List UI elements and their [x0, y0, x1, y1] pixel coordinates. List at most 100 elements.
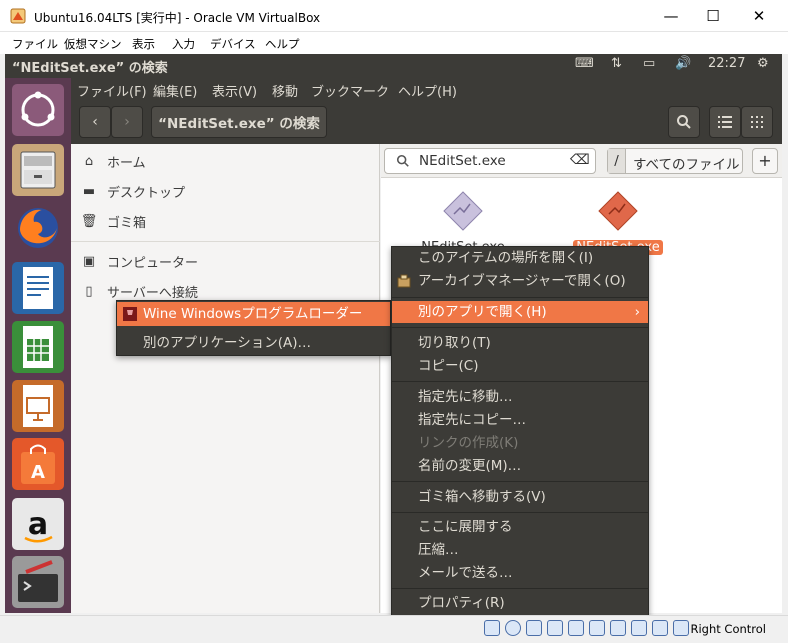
menu-label-properties: プロパティ(R): [418, 595, 505, 611]
menu-edit[interactable]: 編集(E): [153, 81, 197, 100]
grid-view-button[interactable]: [741, 106, 773, 138]
sidebar-label-desktop: デスクトップ: [107, 186, 186, 201]
menu-label-move-to-trash: ゴミ箱へ移動する(V): [418, 489, 546, 505]
menu-item-move-to[interactable]: 指定先に移動…: [392, 386, 648, 408]
sidebar-item-connect-server[interactable]: ▯ サーバーへ接続: [81, 282, 197, 301]
audio-icon[interactable]: [526, 620, 542, 636]
host-menu-machine[interactable]: 仮想マシン: [64, 36, 122, 52]
minimize-button[interactable]: —: [648, 0, 694, 32]
settings-icon[interactable]: ⚙: [757, 56, 769, 71]
display-icon[interactable]: [610, 620, 626, 636]
video-capture-icon[interactable]: [631, 620, 647, 636]
menu-item-rename[interactable]: 名前の変更(M)…: [392, 455, 648, 477]
host-menu-devices[interactable]: デバイス: [210, 36, 256, 52]
clear-search-icon[interactable]: ⌫: [570, 152, 590, 168]
network-adapter-icon[interactable]: [547, 620, 563, 636]
usb-icon[interactable]: [568, 620, 584, 636]
ubuntu-logo-icon: [21, 91, 55, 127]
sidebar-label-home: ホーム: [107, 156, 146, 171]
wine-icon: [123, 307, 137, 321]
host-menu-help[interactable]: ヘルプ: [265, 36, 300, 52]
menu-view[interactable]: 表示(V): [212, 81, 257, 100]
archive-manager-icon: [397, 274, 411, 288]
forward-button[interactable]: ›: [111, 106, 143, 138]
server-icon: ▯: [85, 284, 93, 299]
host-menu-bar: ファイル 仮想マシン 表示 入力 デバイス ヘルプ: [0, 32, 788, 54]
host-menu-view[interactable]: 表示: [132, 36, 155, 52]
trash-icon: 🗑: [80, 214, 98, 229]
back-button[interactable]: ‹: [79, 106, 111, 138]
menu-item-open-archive-manager[interactable]: アーカイブマネージャーで開く(O): [392, 270, 648, 292]
keyboard-capture-icon[interactable]: [673, 620, 689, 636]
menu-separator: [392, 481, 648, 482]
menu-label-rename: 名前の変更(M)…: [418, 458, 522, 474]
search-scope-button[interactable]: / すべてのファイル: [607, 148, 743, 174]
software-center-launcher-button[interactable]: A: [12, 438, 64, 490]
impress-launcher-button[interactable]: [12, 380, 64, 432]
sidebar-item-desktop[interactable]: ▬ デスクトップ: [81, 182, 185, 201]
menu-item-make-link: リンクの作成(K): [392, 432, 648, 454]
menu-item-copy[interactable]: コピー(C): [392, 355, 648, 377]
menu-item-open-with[interactable]: 別のアプリで開く(H) ›: [392, 301, 648, 323]
sidebar-label-computer: コンピューター: [107, 256, 199, 271]
keyboard-icon[interactable]: ⌨: [575, 56, 594, 71]
impress-presentation-icon: [23, 385, 53, 427]
nautilus-menu-bar: ファイル(F) 編集(E) 表示(V) 移動 ブックマーク ヘルプ(H): [71, 78, 782, 100]
menu-label-make-link: リンクの作成(K): [418, 435, 519, 451]
list-view-button[interactable]: [709, 106, 741, 138]
menu-file[interactable]: ファイル(F): [77, 81, 147, 100]
vbox-status-bar: Right Control: [0, 615, 788, 643]
add-search-criteria-button[interactable]: +: [752, 148, 778, 174]
dash-button[interactable]: [12, 84, 64, 136]
menu-label-open-archive-manager: アーカイブマネージャーで開く(O): [418, 273, 626, 289]
battery-icon[interactable]: ▭: [643, 56, 655, 71]
menu-item-move-to-trash[interactable]: ゴミ箱へ移動する(V): [392, 486, 648, 508]
search-input[interactable]: NEditSet.exe ⌫: [384, 148, 596, 174]
sidebar-item-home[interactable]: ⌂ ホーム: [81, 152, 146, 171]
host-menu-input[interactable]: 入力: [172, 36, 195, 52]
menu-item-compress[interactable]: 圧縮…: [392, 539, 648, 561]
menu-bookmarks[interactable]: ブックマーク: [311, 81, 389, 100]
menu-item-copy-to[interactable]: 指定先にコピー…: [392, 409, 648, 431]
submenu-arrow-icon: ›: [634, 304, 640, 320]
search-toggle-button[interactable]: [668, 106, 700, 138]
shared-folders-icon[interactable]: [589, 620, 605, 636]
amazon-launcher-button[interactable]: a: [12, 498, 64, 550]
menu-label-open-with: 別のアプリで開く(H): [418, 304, 547, 320]
scope-slash: /: [608, 149, 626, 173]
menu-item-send-mail[interactable]: メールで送る…: [392, 562, 648, 584]
sidebar-item-computer[interactable]: ▣ コンピューター: [81, 252, 198, 271]
menu-item-open-location[interactable]: このアイテムの場所を開く(I): [392, 247, 648, 269]
panel-clock[interactable]: 22:27: [708, 56, 745, 71]
network-icon[interactable]: ⇅: [611, 56, 622, 71]
hard-disk-icon[interactable]: [484, 620, 500, 636]
system-settings-launcher-button[interactable]: [12, 556, 64, 608]
sidebar-item-trash[interactable]: 🗑 ゴミ箱: [81, 212, 146, 231]
volume-icon[interactable]: 🔊: [675, 56, 691, 71]
submenu-item-wine-loader[interactable]: Wine Windowsプログラムローダー: [117, 302, 390, 326]
menu-item-extract-here[interactable]: ここに展開する: [392, 516, 648, 538]
file-context-menu: このアイテムの場所を開く(I) アーカイブマネージャーで開く(O) 別のアプリで…: [391, 246, 649, 616]
calc-launcher-button[interactable]: [12, 321, 64, 373]
mouse-integration-icon[interactable]: [652, 620, 668, 636]
menu-label-send-mail: メールで送る…: [418, 565, 513, 581]
maximize-button[interactable]: ☐: [690, 0, 736, 32]
optical-drive-icon[interactable]: [505, 620, 521, 636]
location-button[interactable]: “NEditSet.exe” の検索: [151, 106, 327, 138]
menu-item-properties[interactable]: プロパティ(R): [392, 592, 648, 614]
software-letter: A: [31, 462, 45, 483]
writer-launcher-button[interactable]: [12, 262, 64, 314]
close-button[interactable]: ✕: [736, 0, 782, 32]
menu-item-cut[interactable]: 切り取り(T): [392, 332, 648, 354]
menu-go[interactable]: 移動: [272, 81, 298, 100]
submenu-label-wine-loader: Wine Windowsプログラムローダー: [143, 306, 363, 322]
submenu-item-other-application[interactable]: 別のアプリケーション(A)…: [117, 331, 390, 355]
search-icon: [677, 115, 691, 129]
menu-label-copy: コピー(C): [418, 358, 479, 374]
host-menu-file[interactable]: ファイル: [12, 36, 58, 52]
files-launcher-button[interactable]: [12, 144, 64, 196]
host-window-title: Ubuntu16.04LTS [実行中] - Oracle VM Virtual…: [34, 11, 321, 25]
host-title-bar: Ubuntu16.04LTS [実行中] - Oracle VM Virtual…: [0, 0, 788, 32]
menu-help[interactable]: ヘルプ(H): [398, 81, 457, 100]
firefox-launcher-button[interactable]: [12, 202, 64, 254]
